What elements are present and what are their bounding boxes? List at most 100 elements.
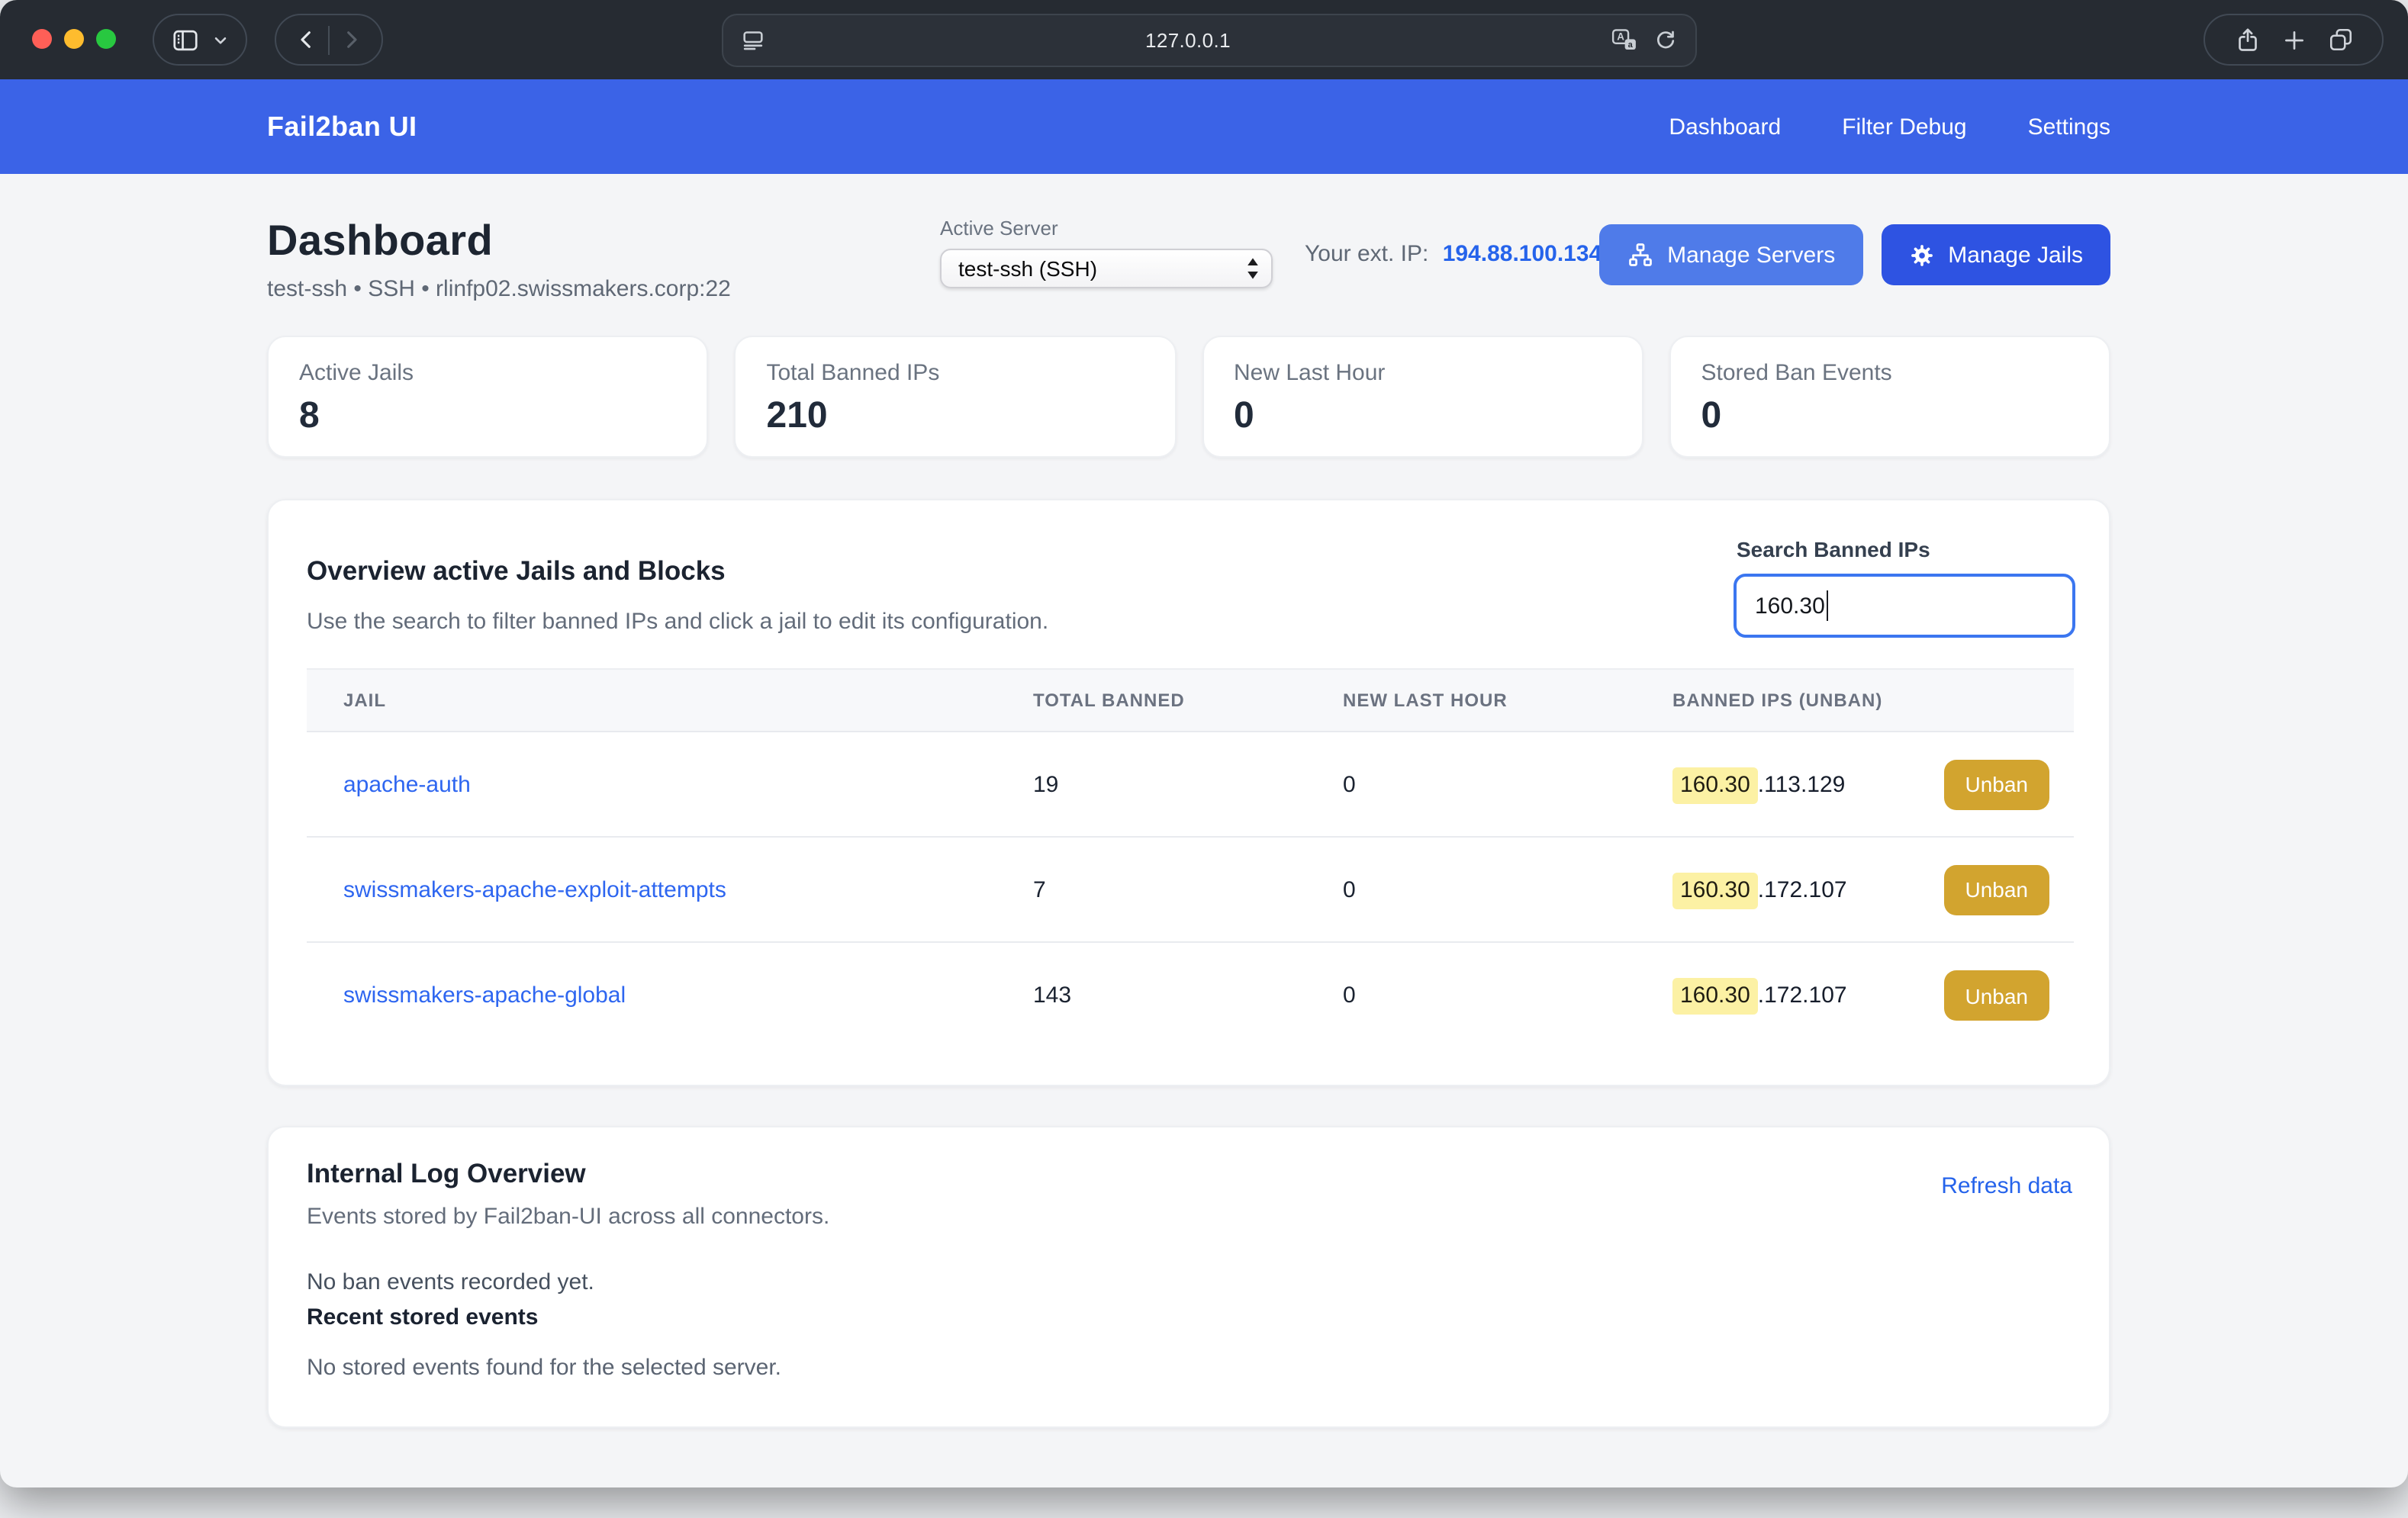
search-match-highlight: 160.30 [1672, 978, 1758, 1015]
stat-card-stored-ban-events: Stored Ban Events 0 [1669, 336, 2111, 458]
unban-button[interactable]: Unban [1943, 759, 2049, 809]
sidebar-icon [170, 25, 199, 54]
unban-button[interactable]: Unban [1943, 970, 2049, 1021]
banned-ips-cell: 160.30.113.129 Unban [1672, 759, 2074, 809]
stat-cards: Active Jails 8 Total Banned IPs 210 New … [267, 336, 2110, 458]
reload-button[interactable] [1653, 27, 1679, 53]
page-settings-icon [740, 27, 766, 53]
stat-label: Stored Ban Events [1701, 360, 2079, 386]
share-icon [2233, 26, 2261, 53]
search-match-highlight: 160.30 [1672, 872, 1758, 909]
stat-value: 0 [1701, 395, 2079, 438]
banned-ips-cell: 160.30.172.107 Unban [1672, 864, 2074, 915]
svg-text:A: A [1617, 31, 1624, 43]
svg-text:a: a [1628, 40, 1634, 50]
screenshot-stage: 127.0.0.1 A a [0, 0, 2408, 1518]
jails-table: JAIL TOTAL BANNED NEW LAST HOUR BANNED I… [307, 668, 2074, 1048]
col-banned-ips: BANNED IPS (UNBAN) [1672, 690, 2074, 711]
table-row: swissmakers-apache-exploit-attempts 7 0 … [307, 838, 2074, 943]
refresh-data-link[interactable]: Refresh data [1941, 1173, 2072, 1199]
chevron-down-icon [210, 30, 230, 50]
forward-button[interactable] [339, 27, 363, 52]
sidebar-toggle-button[interactable] [170, 25, 199, 54]
nav-item-settings[interactable]: Settings [2028, 114, 2110, 140]
active-server-select[interactable]: test-ssh (SSH) [940, 249, 1273, 288]
active-server-block: Active Server test-ssh (SSH) [940, 217, 1273, 288]
manage-servers-button[interactable]: Manage Servers [1598, 224, 1862, 285]
banned-ips-cell: 160.30.172.107 Unban [1672, 970, 2074, 1021]
external-ip-label: Your ext. IP: [1305, 241, 1428, 267]
app-brand[interactable]: Fail2ban UI [267, 111, 417, 143]
back-icon [295, 27, 319, 52]
text-caret [1827, 590, 1829, 621]
external-ip-value[interactable]: 194.88.100.134 [1443, 241, 1602, 267]
no-ban-events-text: No ban events recorded yet. [307, 1269, 2072, 1295]
minimize-button[interactable] [64, 29, 84, 49]
total-banned-value: 7 [1033, 876, 1343, 902]
divider [328, 25, 330, 54]
stat-label: New Last Hour [1234, 360, 1611, 386]
share-button[interactable] [2233, 26, 2261, 53]
address-bar[interactable]: 127.0.0.1 A a [722, 14, 1697, 67]
gear-icon [1908, 242, 1934, 268]
stat-label: Total Banned IPs [767, 360, 1144, 386]
stat-value: 0 [1234, 395, 1611, 438]
new-last-hour-value: 0 [1343, 876, 1672, 902]
translate-button[interactable]: A a [1610, 26, 1639, 55]
page-settings-button[interactable] [740, 27, 766, 53]
page-body: Dashboard test-ssh • SSH • rlinfp02.swis… [0, 174, 2408, 1487]
jail-link[interactable]: swissmakers-apache-global [343, 983, 1033, 1008]
search-match-highlight: 160.30 [1672, 767, 1758, 803]
reload-icon [1653, 27, 1679, 53]
table-header-row: JAIL TOTAL BANNED NEW LAST HOUR BANNED I… [307, 668, 2074, 732]
page-header: Dashboard test-ssh • SSH • rlinfp02.swis… [267, 217, 2110, 314]
search-input[interactable]: 160.30 [1734, 574, 2075, 638]
log-subtitle: Events stored by Fail2ban-UI across all … [307, 1204, 2072, 1230]
external-ip: Your ext. IP: 194.88.100.134 [1305, 241, 1602, 267]
stat-value: 8 [299, 395, 677, 438]
sidebar-menu-button[interactable] [210, 30, 230, 50]
total-banned-value: 143 [1033, 983, 1343, 1008]
new-tab-button[interactable] [2281, 27, 2307, 53]
select-stepper-icon [1245, 256, 1260, 281]
banned-ip: 160.30.172.107 [1672, 876, 1847, 902]
url-text[interactable]: 127.0.0.1 [766, 29, 1610, 52]
jails-overview-card: Overview active Jails and Blocks Use the… [267, 499, 2110, 1086]
back-button[interactable] [295, 27, 319, 52]
stat-card-active-jails: Active Jails 8 [267, 336, 709, 458]
window-controls [32, 29, 116, 49]
tabs-icon [2326, 26, 2354, 53]
log-title: Internal Log Overview [307, 1158, 2072, 1190]
internal-log-card: Internal Log Overview Refresh data Event… [267, 1126, 2110, 1428]
total-banned-value: 19 [1033, 771, 1343, 797]
stat-card-new-last-hour: New Last Hour 0 [1202, 336, 1643, 458]
translate-icon: A a [1610, 26, 1639, 55]
plus-icon [2281, 27, 2307, 53]
stat-card-total-banned: Total Banned IPs 210 [735, 336, 1177, 458]
col-jail: JAIL [343, 690, 1033, 711]
tab-overview-button[interactable] [2326, 26, 2354, 53]
app-navbar: Fail2ban UI Dashboard Filter Debug Setti… [0, 79, 2408, 174]
jail-link[interactable]: apache-auth [343, 771, 1033, 797]
col-new-last-hour: NEW LAST HOUR [1343, 690, 1672, 711]
sitemap-icon [1626, 241, 1653, 269]
zoom-button[interactable] [96, 29, 116, 49]
search-block: Search Banned IPs 160.30 [1734, 537, 2075, 638]
nav-item-dashboard[interactable]: Dashboard [1669, 114, 1781, 140]
close-button[interactable] [32, 29, 52, 49]
banned-ip: 160.30.113.129 [1672, 771, 1845, 797]
banned-ip: 160.30.172.107 [1672, 983, 1847, 1008]
nav-item-filter-debug[interactable]: Filter Debug [1842, 114, 1966, 140]
stat-label: Active Jails [299, 360, 677, 386]
stat-value: 210 [767, 395, 1144, 438]
manage-jails-button[interactable]: Manage Jails [1881, 224, 2110, 285]
unban-button[interactable]: Unban [1943, 864, 2049, 915]
new-last-hour-value: 0 [1343, 771, 1672, 797]
recent-stored-events-title: Recent stored events [307, 1304, 2072, 1330]
search-value: 160.30 [1755, 593, 1825, 619]
sidebar-pill [153, 14, 247, 66]
jail-link[interactable]: swissmakers-apache-exploit-attempts [343, 876, 1033, 902]
table-row: swissmakers-apache-global 143 0 160.30.1… [307, 943, 2074, 1048]
new-last-hour-value: 0 [1343, 983, 1672, 1008]
table-row: apache-auth 19 0 160.30.113.129 Unban [307, 732, 2074, 838]
